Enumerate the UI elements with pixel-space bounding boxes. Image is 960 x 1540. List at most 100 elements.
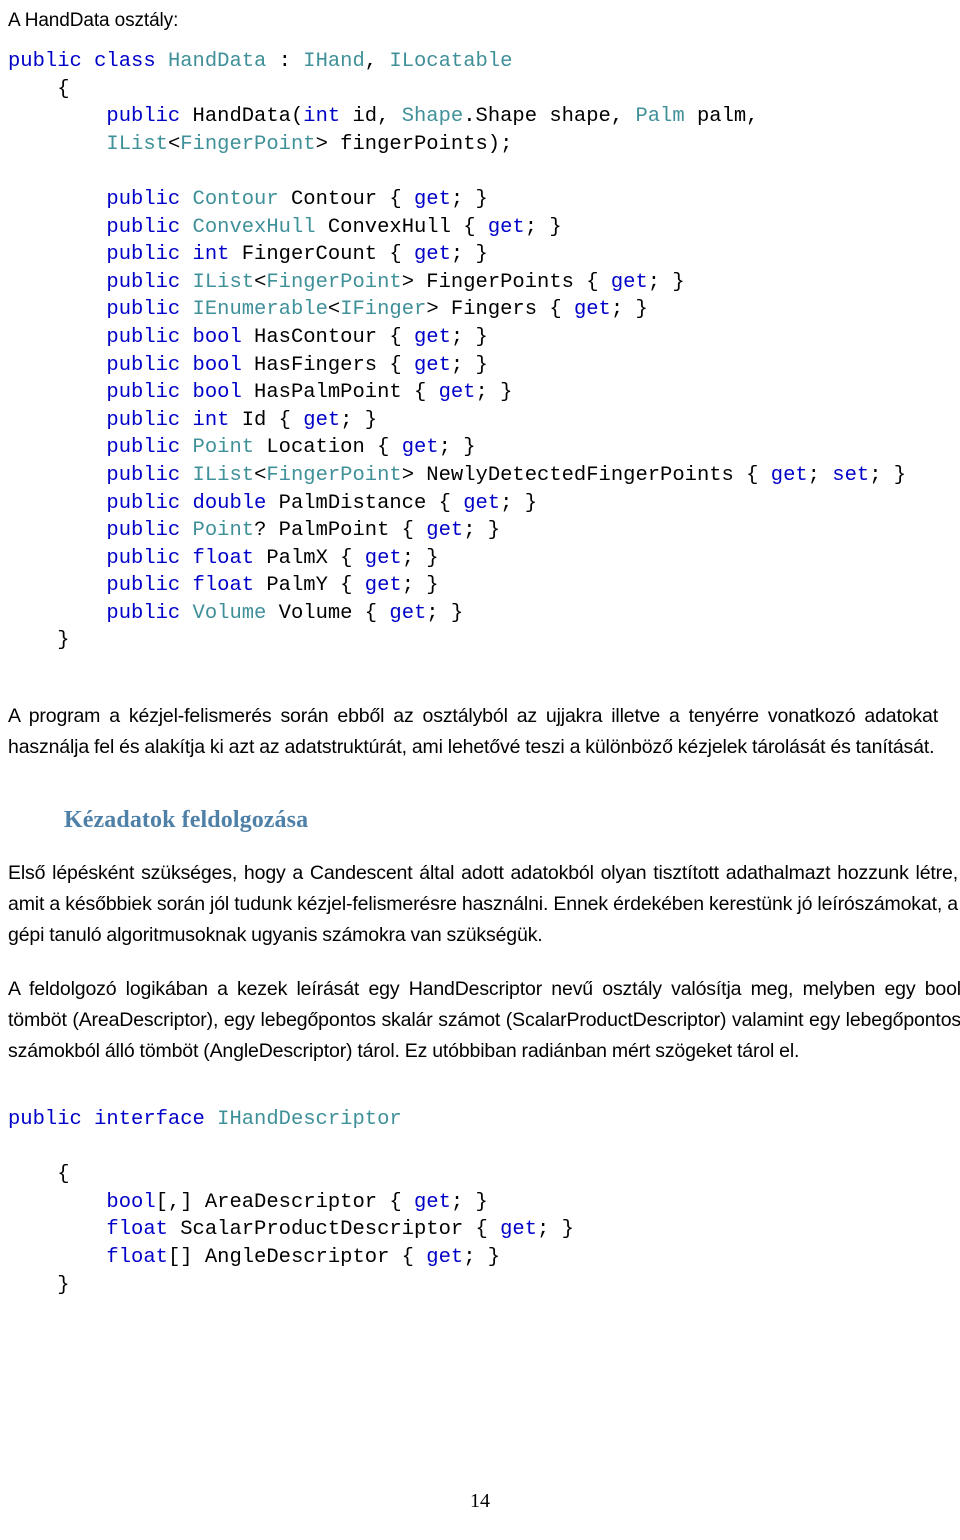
code-line: public Volume Volume { get; } [8,600,906,628]
code-line: public bool HasPalmPoint { get; } [8,379,906,407]
code-token: IHandDescriptor [217,1108,402,1131]
code-token: ? PalmPoint { [254,519,427,543]
code-token: public [106,519,193,543]
code-token: get [770,463,808,487]
code-token: ConvexHull [192,215,316,239]
paragraph-handdata-usage: A program a kézjel-felismerés során ebbő… [8,704,938,758]
code-token: get [487,215,525,239]
code-token: get [610,270,648,294]
code-token: public [106,463,193,487]
code-line: public bool HasFingers { get; } [8,352,906,380]
code-token: ; } [647,270,685,294]
intro-line: A HandData osztály: [8,10,179,31]
code-token: public [106,601,193,625]
code-line: public Point Location { get; } [8,434,906,462]
code-token: Location { [254,436,402,460]
code-token: get [413,353,451,377]
code-token: public [106,105,193,129]
code-token: ; } [463,519,501,543]
code-token: < [254,463,267,487]
code-token: ; } [537,1218,574,1242]
code-token: } [8,629,70,653]
code-token: > NewlyDetectedFingerPoints { [401,463,771,487]
code-token: ILocatable [389,50,513,73]
code-token: ; } [450,243,488,267]
code-token: public [106,187,193,211]
code-token: < [167,132,181,156]
code-token: get [426,519,464,543]
code-token: > FingerPoints { [401,270,611,294]
code-line: { [8,76,906,104]
code-token: ; } [401,574,439,598]
code-token: ; } [450,325,488,349]
code-block-ihanddescriptor-interface: public interface IHandDescriptor { bool[… [8,1106,574,1299]
code-token: id, [352,105,402,129]
code-token: PalmX { [266,546,365,570]
code-token: float [106,1245,168,1269]
document-page: A HandData osztály: public class HandDat… [0,0,960,1540]
code-token: get [364,546,402,570]
code-token: IEnumerable [192,298,328,322]
code-token: public float [106,574,267,598]
code-token: { [8,77,70,101]
code-token: get [463,491,501,515]
code-token: < [327,298,341,322]
code-line: bool[,] AreaDescriptor { get; } [8,1189,574,1217]
code-token: get [413,243,451,267]
code-token: public int [106,243,242,267]
paragraph-first-step: Első lépésként szükséges, hogy a Candesc… [8,861,958,946]
section-heading-kezadatok-feldolgozasa: Kézadatok feldolgozása [64,807,309,833]
code-token: ; } [869,463,907,487]
code-token: ; [807,463,833,487]
code-token: get [500,1218,537,1242]
paragraph-handdescriptor: A feldolgozó logikában a kezek leírását … [8,977,960,1062]
code-token: > fingerPoints); [315,132,513,156]
code-token: ; } [401,546,439,570]
code-token: IList [192,270,255,294]
code-line: public IEnumerable<IFinger> Fingers { ge… [8,296,906,324]
code-token: get [426,1245,464,1269]
code-line: } [8,627,906,655]
page-number: 14 [470,1490,490,1512]
code-token: ConvexHull { [315,215,488,239]
code-line: public int Id { get; } [8,407,906,435]
code-token: HandData [167,50,267,73]
code-line: IList<FingerPoint> fingerPoints); [8,131,906,159]
code-token: .Shape shape, [463,105,636,129]
code-token: [] AngleDescriptor { [167,1245,427,1269]
code-token: Point [192,436,255,460]
code-token: get [364,574,402,598]
code-line: } [8,1272,574,1300]
code-token: HasPalmPoint { [254,381,439,405]
code-token: palm, [684,105,759,129]
code-token: public [106,215,193,239]
code-token: FingerPoint [180,132,316,156]
code-line: public Point? PalmPoint { get; } [8,517,906,545]
code-token: } [8,1273,70,1297]
code-token: Volume [192,601,267,625]
code-token: Contour [192,187,279,211]
code-token: Palm [635,105,685,129]
code-token: Shape [401,105,464,129]
code-token: int [303,105,353,129]
code-token: PalmY { [266,574,365,598]
code-token: ScalarProductDescriptor { [180,1218,501,1242]
code-token: ; } [524,215,562,239]
code-line: public class HandData : IHand, ILocatabl… [8,48,906,76]
code-token: public bool [106,381,255,405]
